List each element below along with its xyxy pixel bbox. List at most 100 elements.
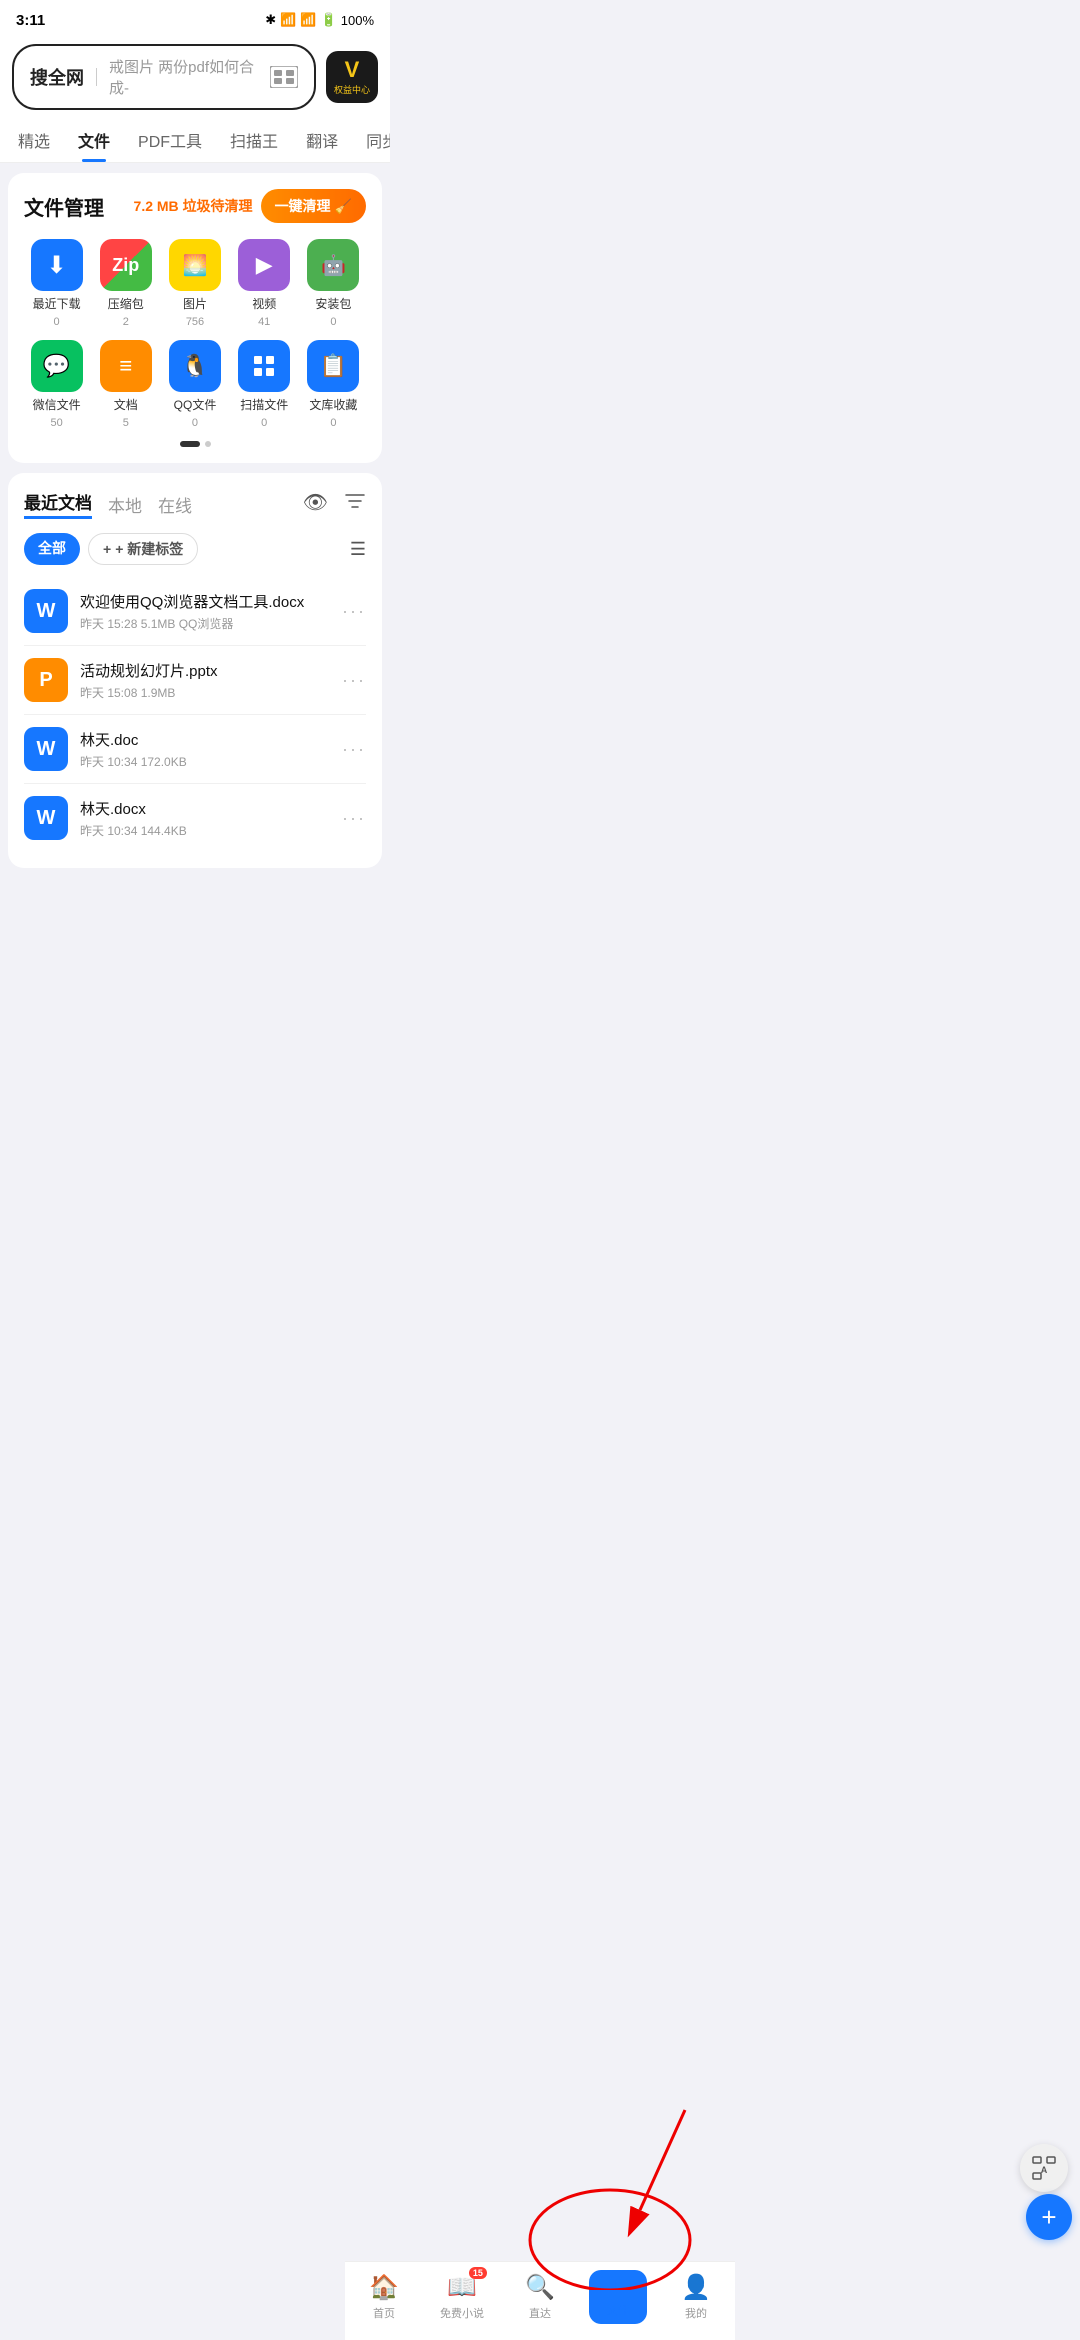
search-area: 搜全网 戒图片 两份pdf如何合成- V 权益中心 [0, 36, 390, 118]
zip-label: 压缩包 [108, 295, 144, 312]
word-icon-4: W [24, 796, 68, 840]
list-view-icon[interactable]: ☰ [350, 539, 366, 560]
file-item-qq[interactable]: 🐧 QQ文件 0 [162, 340, 227, 429]
video-icon: ▶ [238, 239, 290, 291]
nav-mine[interactable]: 👤 我的 [657, 2273, 735, 2321]
doc-label: 文档 [114, 396, 138, 413]
svg-text:A: A [1041, 2165, 1048, 2175]
tab-local[interactable]: 本地 [108, 492, 142, 517]
doc-info-1: 欢迎使用QQ浏览器文档工具.docx 昨天 15:28 5.1MB QQ浏览器 [80, 591, 330, 632]
library-count: 0 [330, 417, 336, 429]
more-icon-4[interactable]: ··· [342, 808, 366, 829]
nav-tabs: 精选 文件 PDF工具 扫描王 翻译 同步学 [0, 118, 390, 163]
video-label: 视频 [252, 295, 276, 312]
file-grid-row1: ⬇ 最近下载 0 Zip 压缩包 2 🌅 图片 756 ▶ 视频 41 🤖 [24, 239, 366, 328]
bottom-nav: 🏠 首页 📖 15 免费小说 🔍 直达 ⬇ 文件 👤 我的 [345, 2261, 735, 2340]
search-label: 搜全网 [30, 64, 84, 90]
more-icon-2[interactable]: ··· [342, 670, 366, 691]
library-icon: 📋 [307, 340, 359, 392]
file-nav-label: 文件 [607, 2302, 629, 2318]
doc-meta-3: 昨天 10:34 172.0KB [80, 753, 330, 770]
zip-count: 2 [123, 316, 129, 328]
doc-meta-2: 昨天 15:08 1.9MB [80, 684, 330, 701]
scan-icon[interactable] [270, 66, 298, 88]
file-item-library[interactable]: 📋 文库收藏 0 [301, 340, 366, 429]
file-item-video[interactable]: ▶ 视频 41 [232, 239, 297, 328]
download-label: 最近下载 [33, 295, 81, 312]
file-item-doc[interactable]: ≡ 文档 5 [93, 340, 158, 429]
doc-list: W 欢迎使用QQ浏览器文档工具.docx 昨天 15:28 5.1MB QQ浏览… [24, 577, 366, 852]
filter-icon[interactable] [344, 490, 366, 518]
doc-info-3: 林天.doc 昨天 10:34 172.0KB [80, 729, 330, 770]
file-item-wechat[interactable]: 💬 微信文件 50 [24, 340, 89, 429]
mine-label: 我的 [685, 2305, 707, 2321]
file-item-apk[interactable]: 🤖 安装包 0 [301, 239, 366, 328]
apk-count: 0 [330, 316, 336, 328]
doc-count: 5 [123, 417, 129, 429]
mine-icon: 👤 [681, 2273, 711, 2302]
file-item-zip[interactable]: Zip 压缩包 2 [93, 239, 158, 328]
search-box[interactable]: 搜全网 戒图片 两份pdf如何合成- [12, 44, 316, 110]
tag-bar: 全部 + + 新建标签 ☰ [24, 533, 366, 565]
tab-fanyi[interactable]: 翻译 [292, 118, 352, 162]
novel-badge: 15 [469, 2267, 487, 2279]
plus-icon: + [103, 541, 111, 557]
nav-novel[interactable]: 📖 15 免费小说 [423, 2273, 501, 2321]
tab-wenjian[interactable]: 文件 [64, 118, 124, 162]
bluetooth-icon: ✱ [265, 12, 276, 28]
tab-tongbu[interactable]: 同步学 [352, 118, 390, 162]
tab-saomiao[interactable]: 扫描王 [216, 118, 292, 162]
image-label: 图片 [183, 295, 207, 312]
tag-pills: 全部 + + 新建标签 [24, 533, 198, 565]
file-item-image[interactable]: 🌅 图片 756 [162, 239, 227, 328]
doc-meta-4: 昨天 10:34 144.4KB [80, 822, 330, 839]
doc-item-3[interactable]: W 林天.doc 昨天 10:34 172.0KB ··· [24, 715, 366, 784]
wechat-count: 50 [50, 417, 62, 429]
status-bar: 3:11 ✱ 📶 📶 🔋 100% [0, 0, 390, 36]
more-icon-3[interactable]: ··· [342, 739, 366, 760]
recent-docs-card: 最近文档 本地 在线 👁 全部 + [8, 473, 382, 868]
vip-center-button[interactable]: V 权益中心 [326, 51, 378, 103]
download-count: 0 [54, 316, 60, 328]
ocr-float-button[interactable]: A [1020, 2144, 1068, 2192]
docs-tabs: 最近文档 本地 在线 [24, 489, 192, 519]
doc-item-2[interactable]: P 活动规划幻灯片.pptx 昨天 15:08 1.9MB ··· [24, 646, 366, 715]
tab-recent[interactable]: 最近文档 [24, 489, 92, 519]
tag-all[interactable]: 全部 [24, 533, 80, 565]
doc-info-2: 活动规划幻灯片.pptx 昨天 15:08 1.9MB [80, 660, 330, 701]
nav-home[interactable]: 🏠 首页 [345, 2273, 423, 2321]
eye-icon[interactable]: 👁 [303, 490, 328, 518]
more-icon-1[interactable]: ··· [342, 601, 366, 622]
home-icon: 🏠 [369, 2273, 399, 2302]
novel-badge-container: 📖 15 [447, 2273, 477, 2302]
doc-info-4: 林天.docx 昨天 10:34 144.4KB [80, 798, 330, 839]
wechat-label: 微信文件 [33, 396, 81, 413]
reach-label: 直达 [529, 2305, 551, 2321]
broom-icon: 🧹 [335, 198, 352, 215]
tab-online[interactable]: 在线 [158, 492, 192, 517]
nav-reach[interactable]: 🔍 直达 [501, 2273, 579, 2321]
tag-new[interactable]: + + 新建标签 [88, 533, 198, 565]
add-float-button[interactable]: + [1026, 2194, 1072, 2240]
file-item-scan[interactable]: 扫描文件 0 [232, 340, 297, 429]
file-nav-bg: ⬇ 文件 [589, 2270, 647, 2324]
doc-item-1[interactable]: W 欢迎使用QQ浏览器文档工具.docx 昨天 15:28 5.1MB QQ浏览… [24, 577, 366, 646]
tab-pdf[interactable]: PDF工具 [124, 118, 216, 162]
junk-size: 7.2 MB 垃圾待清理 [134, 196, 253, 216]
doc-item-4[interactable]: W 林天.docx 昨天 10:34 144.4KB ··· [24, 784, 366, 852]
ppt-icon-2: P [24, 658, 68, 702]
file-grid-row2: 💬 微信文件 50 ≡ 文档 5 🐧 QQ文件 0 [24, 340, 366, 429]
file-item-download[interactable]: ⬇ 最近下载 0 [24, 239, 89, 328]
nav-file[interactable]: ⬇ 文件 [579, 2270, 657, 2324]
doc-name-1: 欢迎使用QQ浏览器文档工具.docx [80, 591, 330, 612]
tab-jingxuan[interactable]: 精选 [4, 118, 64, 162]
battery-icon: 🔋 [321, 12, 337, 28]
doc-meta-1: 昨天 15:28 5.1MB QQ浏览器 [80, 615, 330, 632]
image-count: 756 [186, 316, 204, 328]
file-management-card: 文件管理 7.2 MB 垃圾待清理 一键清理 🧹 ⬇ 最近下载 0 Zip [8, 173, 382, 463]
junk-label: 垃圾待清理 [183, 198, 253, 214]
download-icon: ⬇ [31, 239, 83, 291]
battery-percent: 100% [341, 13, 374, 28]
clean-button[interactable]: 一键清理 🧹 [261, 189, 366, 223]
card-header: 文件管理 7.2 MB 垃圾待清理 一键清理 🧹 [24, 189, 366, 223]
